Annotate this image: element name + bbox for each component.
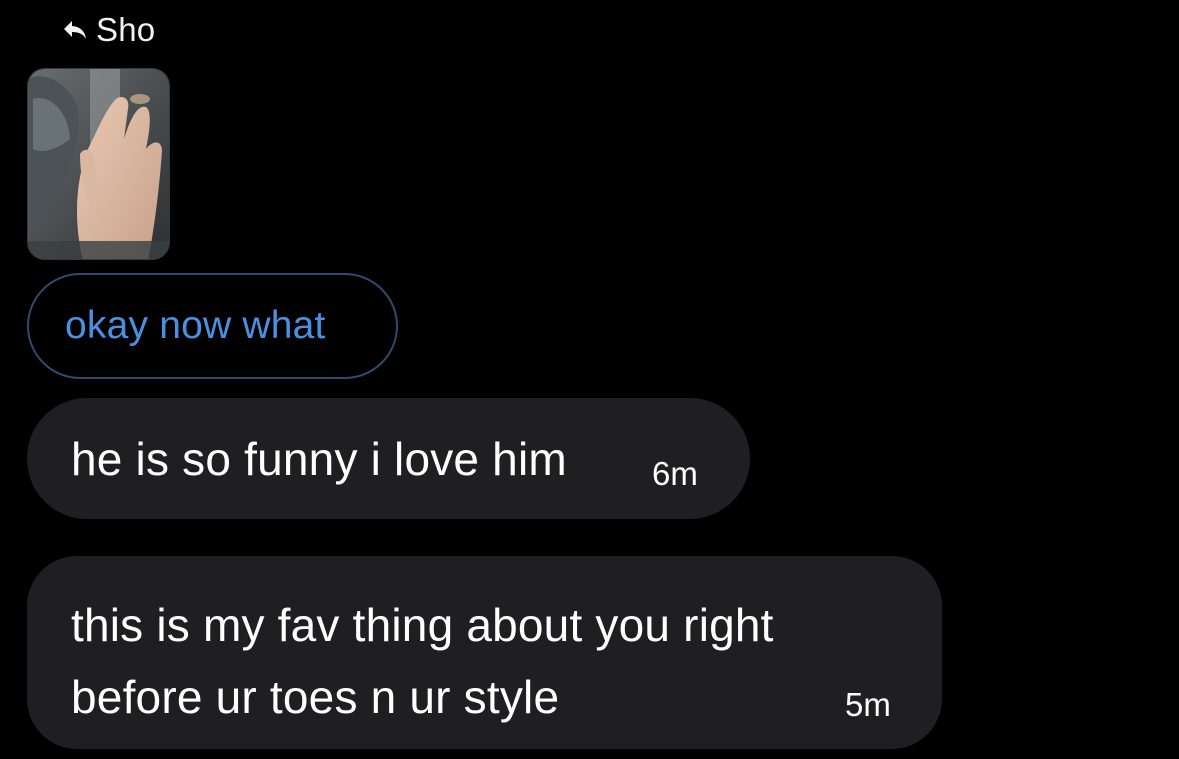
shared-photo-thumbnail[interactable] — [27, 68, 170, 260]
reply-arrow-icon — [62, 19, 88, 41]
reply-header[interactable]: Sho — [62, 10, 155, 50]
quoted-message-bubble[interactable]: okay now what — [27, 273, 398, 379]
message-timestamp: 5m — [845, 686, 891, 723]
message-timestamp: 6m — [652, 455, 698, 492]
quoted-message-text: okay now what — [65, 304, 326, 347]
message-bubble[interactable]: this is my fav thing about you right bef… — [27, 556, 942, 749]
reply-recipient-name: Sho — [96, 11, 156, 48]
message-text: this is my fav thing about you right bef… — [71, 599, 774, 723]
message-text: he is so funny i love him — [71, 433, 567, 485]
message-bubble[interactable]: he is so funny i love him 6m — [27, 398, 750, 519]
